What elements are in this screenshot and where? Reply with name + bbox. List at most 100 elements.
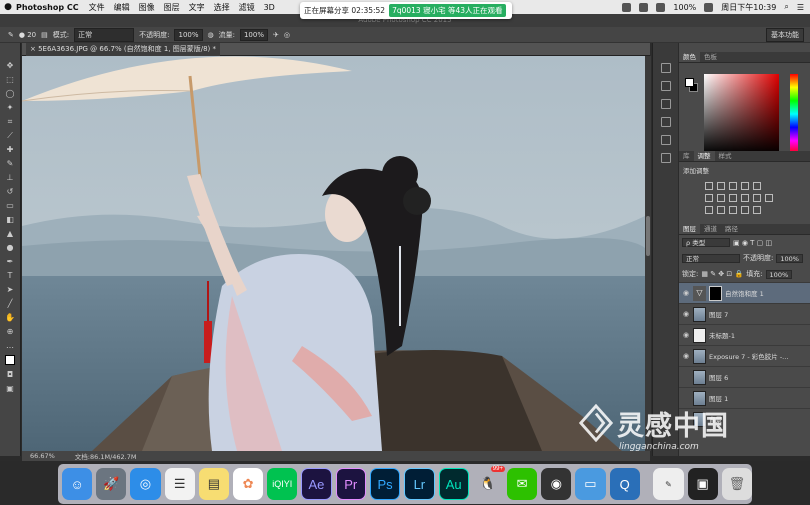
blend-mode-select[interactable]: 正常	[682, 253, 740, 263]
camera-app-icon[interactable]: ◉	[541, 468, 572, 500]
status-app-icon[interactable]	[622, 2, 632, 12]
panel-foreground-color-swatch[interactable]	[685, 78, 694, 87]
properties-panel-icon[interactable]	[660, 81, 671, 91]
brush-panel-icon[interactable]: ▤	[41, 31, 48, 39]
menu-filter[interactable]: 滤镜	[239, 2, 255, 13]
tab-styles[interactable]: 样式	[715, 151, 736, 161]
visibility-eye-icon[interactable]: ◉	[679, 352, 693, 360]
document-tab[interactable]: × 5E6A3636.JPG @ 66.7% (自然饱和度 1, 图层蒙版/8)…	[26, 43, 221, 56]
color-balance-icon[interactable]	[717, 194, 725, 202]
pressure-size-icon[interactable]: ◎	[284, 31, 290, 39]
notes-icon[interactable]: ▤	[198, 468, 229, 500]
crop-tool-icon[interactable]: ⌗	[5, 117, 16, 126]
posterize-icon[interactable]	[717, 206, 725, 214]
airbrush-icon[interactable]: ✈	[273, 31, 279, 39]
history-panel-icon[interactable]	[660, 63, 671, 73]
quicktime-icon[interactable]: Q	[609, 468, 640, 500]
clone-source-icon[interactable]	[660, 117, 671, 127]
hand-tool-icon[interactable]: ✋	[5, 313, 16, 322]
quick-select-tool-icon[interactable]: ✦	[5, 103, 16, 112]
document-thumbnail-icon[interactable]: ✎	[653, 468, 684, 500]
layer-opacity-input[interactable]: 100%	[776, 253, 803, 263]
lightroom-icon[interactable]: Lr	[404, 468, 435, 500]
gradient-map-icon[interactable]	[741, 206, 749, 214]
visibility-eye-icon[interactable]: ◉	[679, 331, 693, 339]
premiere-icon[interactable]: Pr	[335, 468, 366, 500]
healing-brush-tool-icon[interactable]: ✚	[5, 145, 16, 154]
shape-tool-icon[interactable]: ╱	[5, 299, 16, 308]
eraser-tool-icon[interactable]: ▭	[5, 201, 16, 210]
workspace-switcher[interactable]: 基本功能	[766, 27, 804, 42]
black-white-icon[interactable]	[729, 194, 737, 202]
tab-channels[interactable]: 通道	[700, 224, 721, 234]
brush-tool-icon[interactable]: ✎	[5, 159, 16, 168]
photoshop-icon[interactable]: Ps	[369, 468, 401, 500]
filter-icons[interactable]: ▣ ◉ T ▢ ◫	[733, 239, 772, 247]
vibrance-icon[interactable]	[753, 182, 761, 190]
launchpad-icon[interactable]: 🚀	[96, 468, 127, 500]
type-tool-icon[interactable]: T	[5, 271, 16, 280]
curves-icon[interactable]	[729, 182, 737, 190]
character-panel-icon[interactable]	[660, 135, 671, 145]
move-tool-icon[interactable]: ✥	[5, 61, 16, 70]
visibility-eye-icon[interactable]: ◉	[679, 289, 693, 297]
clone-stamp-tool-icon[interactable]: ⊥	[5, 173, 16, 182]
paint-bucket-tool-icon[interactable]: ◧	[5, 215, 16, 224]
apple-icon[interactable]: ●	[0, 2, 16, 12]
blur-tool-icon[interactable]: ▲	[5, 229, 16, 238]
quick-mask-icon[interactable]: ◘	[5, 370, 16, 379]
dodge-tool-icon[interactable]: ●	[5, 243, 16, 252]
menu-list-icon[interactable]: ☰	[797, 3, 804, 12]
search-icon[interactable]: ⌕	[784, 2, 788, 12]
menu-edit[interactable]: 编辑	[114, 2, 130, 13]
trash-icon[interactable]: 🗑	[721, 468, 752, 500]
bluetooth-icon[interactable]	[639, 2, 649, 12]
safari-icon[interactable]: ◎	[130, 468, 161, 500]
screen-mode-icon[interactable]: ▣	[5, 384, 16, 393]
levels-icon[interactable]	[717, 182, 725, 190]
brush-tool-icon[interactable]: ✎	[8, 31, 14, 39]
visibility-eye-icon[interactable]: ◉	[679, 310, 693, 318]
menu-file[interactable]: 文件	[89, 2, 105, 13]
lock-icons[interactable]: ▦ ✎ ✥ ⊡ 🔒	[701, 270, 743, 278]
menu-select[interactable]: 选择	[214, 2, 230, 13]
brightness-icon[interactable]	[705, 182, 713, 190]
qq-icon[interactable]: 🐧 99+	[473, 466, 505, 500]
brush-panel-icon[interactable]	[660, 99, 671, 109]
invert-icon[interactable]	[705, 206, 713, 214]
layer-row[interactable]: 图层 6	[679, 366, 810, 387]
layer-kind-filter[interactable]: ρ 类型	[682, 238, 730, 247]
menu-3d[interactable]: 3D	[264, 3, 275, 12]
canvas-vertical-scrollbar[interactable]	[645, 56, 651, 451]
color-picker-field[interactable]	[704, 74, 779, 154]
iqiyi-icon[interactable]: iQIYI	[267, 468, 298, 500]
screen-recording-icon[interactable]: ▣	[687, 468, 718, 500]
clock[interactable]: 周日下午10:39	[721, 2, 776, 13]
finder-icon[interactable]: ☺	[62, 468, 93, 500]
document-canvas[interactable]	[22, 56, 645, 451]
lasso-tool-icon[interactable]: ◯	[5, 89, 16, 98]
hue-saturation-icon[interactable]	[705, 194, 713, 202]
menu-type[interactable]: 文字	[189, 2, 205, 13]
tab-paths[interactable]: 路径	[721, 224, 742, 234]
layer-mask-thumbnail[interactable]	[709, 285, 722, 301]
color-lookup-icon[interactable]	[765, 194, 773, 202]
after-effects-icon[interactable]: Ae	[301, 468, 332, 500]
selective-color-icon[interactable]	[753, 206, 761, 214]
screen-app-icon[interactable]: ▭	[575, 468, 606, 500]
brush-preset-picker[interactable]: ● 20	[19, 31, 36, 39]
tab-libraries[interactable]: 库	[679, 151, 694, 161]
doc-size[interactable]: 文档:86.1M/462.7M	[75, 451, 137, 461]
menu-image[interactable]: 图像	[139, 2, 155, 13]
battery-icon[interactable]	[704, 2, 714, 12]
flow-input[interactable]: 100%	[239, 28, 268, 41]
zoom-tool-icon[interactable]: ⊕	[5, 327, 16, 336]
layer-row[interactable]: ◉ Exposure 7 - 彩色胶片 -...	[679, 345, 810, 366]
layer-row[interactable]: ◉ 图层 7	[679, 303, 810, 324]
layer-row[interactable]: ◉ ▽ 自然饱和度 1	[679, 282, 810, 303]
more-tools-icon[interactable]: …	[5, 341, 16, 350]
photo-filter-icon[interactable]	[741, 194, 749, 202]
audition-icon[interactable]: Au	[438, 468, 469, 500]
marquee-tool-icon[interactable]: ⬚	[5, 75, 16, 84]
mode-select[interactable]: 正常	[74, 27, 135, 42]
